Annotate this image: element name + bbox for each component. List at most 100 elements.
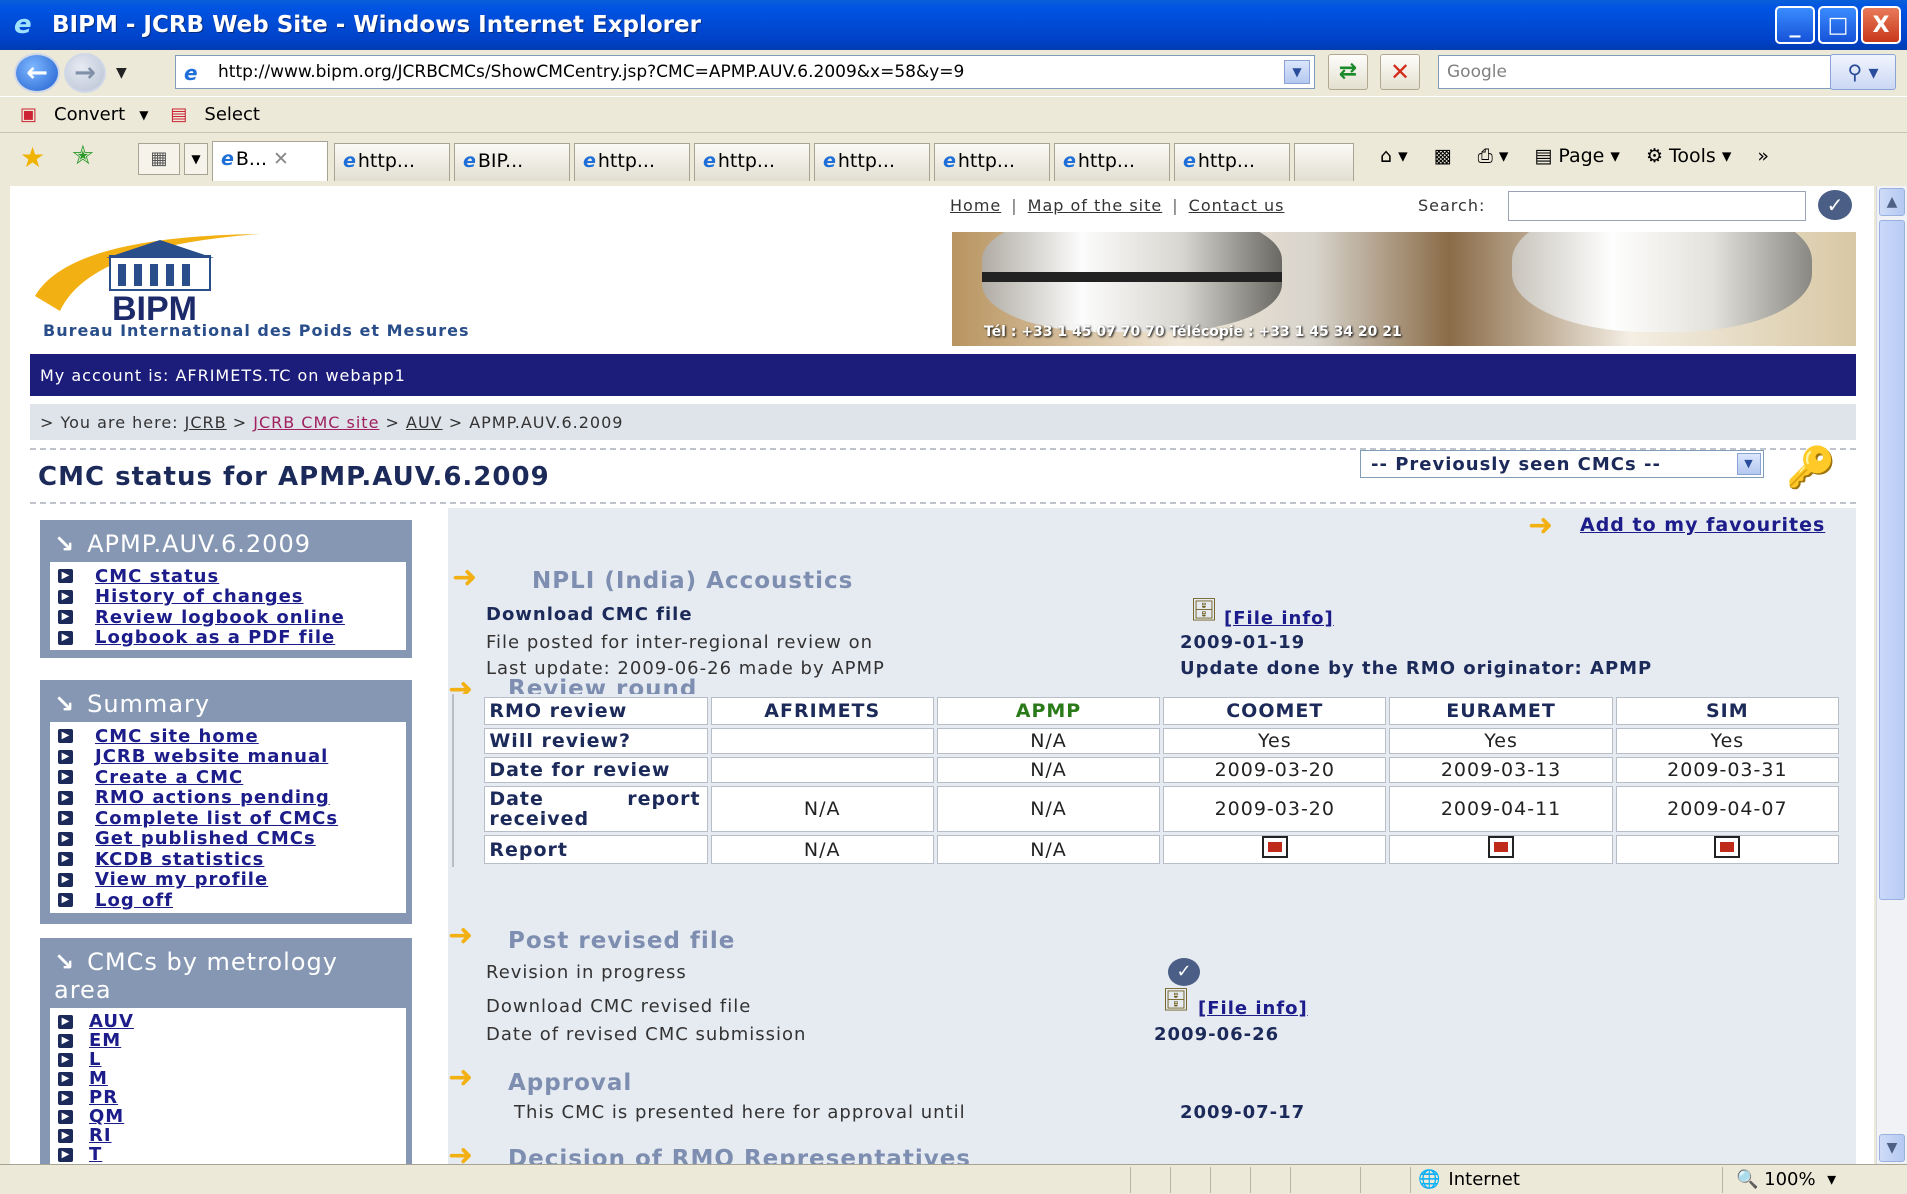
row-header: Date report received [484,786,708,832]
tab-5[interactable]: e http... [814,143,930,181]
banner-ring [982,272,1282,282]
sidebar-link-m[interactable]: M [89,1068,108,1089]
close-tab-icon[interactable]: ✕ [273,148,289,170]
url-field[interactable]: e http://www.bipm.org/JCRBCMCs/ShowCMCen… [175,55,1315,89]
home-link[interactable]: Home [950,196,1001,215]
tab-0[interactable]: e B... ✕ [212,141,328,181]
convert-button[interactable]: ▣ Convert ▼ [20,104,148,126]
scroll-down-icon[interactable]: ▼ [1879,1134,1905,1162]
tab-label: BIP... [477,150,524,172]
section-title: Decision of RMO Representatives [508,1146,971,1164]
bullet-arrow-icon: ▶ [58,1109,73,1124]
sidebar-link-manual[interactable]: JCRB website manual [95,746,328,767]
tab-1[interactable]: e http... [334,143,450,181]
bipm-logo[interactable]: BIPM [30,226,450,336]
tab-4[interactable]: e http... [694,143,810,181]
sidebar-link-log-off[interactable]: Log off [95,890,173,911]
sidebar-item: ▶ T [58,1144,406,1164]
section-title: NPLI (India) Accoustics [532,568,854,594]
tab-3[interactable]: e http... [574,143,690,181]
chevron-down-icon[interactable]: ▼ [1737,453,1761,475]
minimize-button[interactable]: _ [1775,6,1815,44]
tools-menu[interactable]: ⚙ Tools ▾ [1646,145,1731,167]
new-tab[interactable] [1294,143,1354,181]
close-window-button[interactable]: X [1861,6,1901,44]
site-search-go-icon[interactable]: ✓ [1818,190,1852,220]
sidebar-link-t[interactable]: T [89,1144,102,1164]
select-button[interactable]: ▤ Select [170,104,260,126]
tab-list-dropdown[interactable]: ▼ [184,143,208,175]
refresh-button[interactable]: ⇄ [1328,54,1368,90]
breadcrumb-jcrb[interactable]: JCRB [185,413,227,432]
sidebar-link-l[interactable]: L [89,1049,101,1070]
row-header: Report [484,835,708,864]
sidebar-link-rmo-actions[interactable]: RMO actions pending [95,787,330,808]
sidebar-link-profile[interactable]: View my profile [95,869,268,890]
previously-seen-select[interactable]: -- Previously seen CMCs -- ▼ [1360,450,1764,478]
feeds-icon[interactable]: ▩ [1434,145,1452,167]
stop-button[interactable]: ✕ [1380,54,1420,90]
back-button[interactable]: ← [14,53,60,93]
table-cell: Yes [1615,728,1839,754]
pdf-icon[interactable] [1261,836,1288,858]
bullet-arrow-icon: ▶ [58,872,73,887]
scroll-up-icon[interactable]: ▲ [1879,188,1905,216]
status-bar: 🌐 Internet 🔍 100% ▾ [0,1164,1907,1194]
contact-link[interactable]: Contact us [1189,196,1285,215]
zoom-control[interactable]: 🔍 100% ▾ [1736,1169,1836,1190]
sidebar-link-history[interactable]: History of changes [95,586,304,607]
tab-6[interactable]: e http... [934,143,1050,181]
logo-subtitle: Bureau International des Poids et Mesure… [43,321,470,340]
pdf-icon[interactable] [1714,836,1741,858]
forward-button[interactable]: → [64,53,106,93]
sidebar-link-qm[interactable]: QM [89,1106,124,1127]
bullet-arrow-icon: ▶ [58,569,73,584]
sidebar-link-create-cmc[interactable]: Create a CMC [95,767,243,788]
scroll-thumb[interactable] [1879,220,1905,900]
quick-tabs-button[interactable]: ▦ [138,143,180,175]
more-commands-icon[interactable]: » [1757,145,1769,167]
sidebar-link-complete-list[interactable]: Complete list of CMCs [95,808,338,829]
sidebar-link-published[interactable]: Get published CMCs [95,828,316,849]
sidebar-link-auv[interactable]: AUV [89,1011,134,1032]
site-map-link[interactable]: Map of the site [1028,196,1163,215]
breadcrumb-auv[interactable]: AUV [406,413,443,432]
sidebar-link-site-home[interactable]: CMC site home [95,726,259,747]
favorites-star-icon[interactable]: ★ [20,141,45,174]
page-menu[interactable]: ▤ Page ▾ [1534,145,1620,167]
keys-icon[interactable]: 🔑 [1786,444,1836,491]
home-icon[interactable]: ⌂ ▾ [1380,145,1408,167]
update-by: Update done by the RMO originator: APMP [1180,658,1653,679]
recent-pages-dropdown[interactable]: ▼ [116,65,127,81]
maximize-button[interactable]: □ [1818,6,1858,44]
tab-7[interactable]: e http... [1054,143,1170,181]
add-favourites-link[interactable]: Add to my favourites [1580,514,1825,536]
convert-dropdown-icon[interactable]: ▼ [139,108,148,122]
tab-8[interactable]: e http... [1174,143,1290,181]
pdf-icon[interactable] [1488,836,1515,858]
vertical-scrollbar[interactable]: ▲ ▼ [1876,186,1907,1164]
bullet-arrow-icon: ▶ [58,1128,73,1143]
revised-file-info-link[interactable]: [File info] [1198,998,1308,1019]
sidebar-link-kcdb-stats[interactable]: KCDB statistics [95,849,264,870]
site-search-input[interactable] [1508,191,1806,221]
file-info-link[interactable]: [File info] [1224,608,1334,629]
search-input[interactable]: Google [1438,55,1838,89]
search-go-button[interactable]: ⚲ ▾ [1830,54,1896,90]
bullet-arrow-icon: ▶ [58,1090,73,1105]
tab-2[interactable]: e BIP... [454,143,570,181]
sidebar-link-cmc-status[interactable]: CMC status [95,566,219,587]
breadcrumb-current: APMP.AUV.6.2009 [469,413,624,432]
approval-date: 2009-07-17 [1180,1102,1306,1123]
sidebar-link-pr[interactable]: PR [89,1087,118,1108]
add-favorites-icon[interactable]: ✭ [72,141,94,171]
bullet-arrow-icon: ▶ [58,1014,73,1029]
sidebar-item: ▶ Complete list of CMCs [58,808,406,829]
breadcrumb-cmc-site[interactable]: JCRB CMC site [253,413,379,432]
sidebar-link-logbook-pdf[interactable]: Logbook as a PDF file [95,627,335,648]
print-icon[interactable]: ⎙ ▾ [1478,145,1509,167]
sidebar-link-ri[interactable]: RI [89,1125,112,1146]
sidebar-link-review-logbook[interactable]: Review logbook online [95,607,345,628]
sidebar-link-em[interactable]: EM [89,1030,121,1051]
url-dropdown-icon[interactable]: ▼ [1284,60,1310,84]
